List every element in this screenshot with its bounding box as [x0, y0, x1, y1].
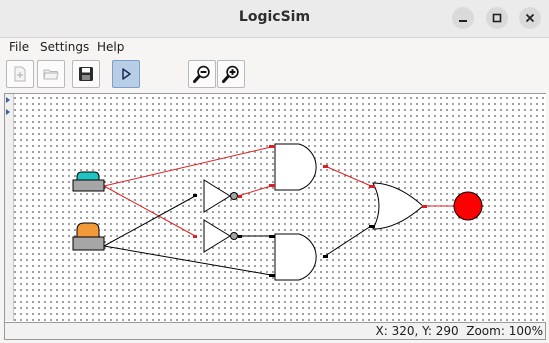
wire-b-to-not-top [103, 194, 198, 247]
title-bar: LogicSim [0, 0, 549, 38]
save-icon [79, 67, 93, 81]
open-button[interactable] [37, 60, 65, 88]
save-button[interactable] [72, 60, 100, 88]
menu-help[interactable]: Help [97, 40, 124, 54]
zoom-out-icon [193, 65, 210, 83]
and-gate-top[interactable] [269, 143, 328, 191]
status-bar: X: 320, Y: 290 Zoom: 100% [4, 322, 546, 340]
menu-bar: File Settings Help [0, 38, 549, 58]
app-window: LogicSim File Settings Help X: 320, Y: 2… [0, 0, 549, 343]
and-gate-bottom[interactable] [269, 233, 328, 281]
new-button[interactable] [6, 60, 34, 88]
switch-b[interactable] [72, 222, 105, 251]
output-lamp [453, 191, 483, 221]
menu-file[interactable]: File [9, 40, 29, 54]
wire-a-to-not-bottom [103, 185, 198, 238]
menu-settings[interactable]: Settings [40, 40, 89, 54]
zoom-in-button[interactable] [217, 60, 245, 88]
minimize-button[interactable] [452, 7, 474, 29]
circuit-canvas[interactable] [4, 93, 546, 322]
close-button[interactable] [519, 7, 541, 29]
wire-and-top-to-or [324, 165, 372, 187]
switch-a[interactable] [72, 171, 105, 192]
run-simulation-button[interactable] [112, 60, 140, 88]
wire-b-to-and-bottom [103, 245, 272, 276]
new-file-icon [14, 66, 26, 82]
zoom-out-button[interactable] [188, 60, 216, 88]
wire-a-to-and-top [103, 146, 272, 187]
zoom-in-icon [222, 65, 239, 83]
maximize-icon [492, 13, 502, 23]
toolbar [0, 58, 549, 92]
not-gate-1[interactable] [193, 179, 242, 213]
play-icon [122, 68, 131, 80]
wire-and-bottom-to-or [324, 225, 372, 257]
open-folder-icon [43, 69, 59, 80]
wire-not-top-to-and-top [237, 185, 272, 197]
circuit-diagram [72, 143, 483, 281]
or-gate[interactable] [369, 182, 427, 230]
status-coordinates-zoom: X: 320, Y: 290 Zoom: 100% [375, 324, 544, 338]
not-gate-2[interactable] [193, 219, 242, 253]
minimize-icon [459, 20, 467, 22]
maximize-button[interactable] [486, 7, 508, 29]
close-icon [525, 13, 535, 23]
